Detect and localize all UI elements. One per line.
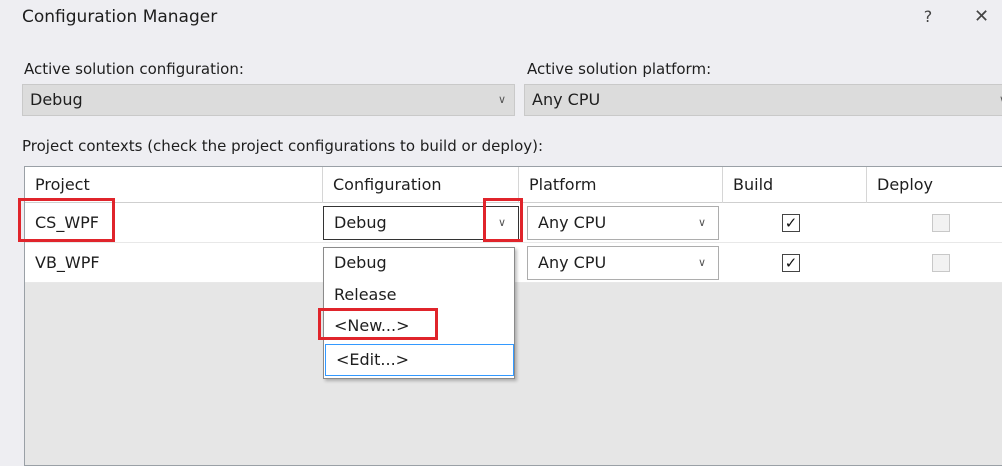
dropdown-option-release[interactable]: Release — [324, 280, 514, 310]
active-platform-select[interactable]: Any CPU ∨ — [524, 84, 1002, 116]
active-platform-label: Active solution platform: — [527, 60, 712, 78]
column-header-deploy[interactable]: Deploy — [867, 167, 1002, 203]
active-config-label: Active solution configuration: — [24, 60, 244, 78]
dropdown-option-debug[interactable]: Debug — [324, 248, 514, 278]
active-platform-value: Any CPU — [532, 90, 601, 109]
chevron-down-icon: ∨ — [498, 93, 507, 106]
help-button[interactable]: ? — [920, 5, 936, 29]
platform-value: Any CPU — [538, 253, 607, 272]
active-config-select[interactable]: Debug ∨ — [22, 84, 515, 116]
column-header-platform[interactable]: Platform — [519, 167, 723, 203]
dialog-title: Configuration Manager — [22, 7, 218, 27]
platform-value: Any CPU — [538, 213, 607, 232]
highlight-dropdown-button — [483, 198, 523, 242]
deploy-checkbox — [932, 254, 950, 272]
project-name: VB_WPF — [35, 253, 100, 272]
highlight-project-name — [18, 198, 115, 242]
platform-select[interactable]: Any CPU ∨ — [527, 206, 719, 240]
deploy-checkbox — [932, 214, 950, 232]
close-button[interactable]: ✕ — [974, 5, 1002, 29]
close-icon: ✕ — [974, 6, 990, 27]
build-checkbox[interactable]: ✓ — [782, 214, 800, 232]
active-config-value: Debug — [30, 90, 83, 109]
chevron-down-icon: ∨ — [698, 256, 707, 269]
configuration-value: Debug — [334, 213, 387, 232]
build-checkbox[interactable]: ✓ — [782, 254, 800, 272]
column-header-build[interactable]: Build — [723, 167, 867, 203]
platform-select[interactable]: Any CPU ∨ — [527, 246, 719, 280]
chevron-down-icon: ∨ — [698, 216, 707, 229]
project-contexts-label: Project contexts (check the project conf… — [22, 137, 544, 155]
highlight-new-option — [318, 308, 438, 340]
dropdown-option-edit[interactable]: <Edit...> — [325, 344, 514, 376]
